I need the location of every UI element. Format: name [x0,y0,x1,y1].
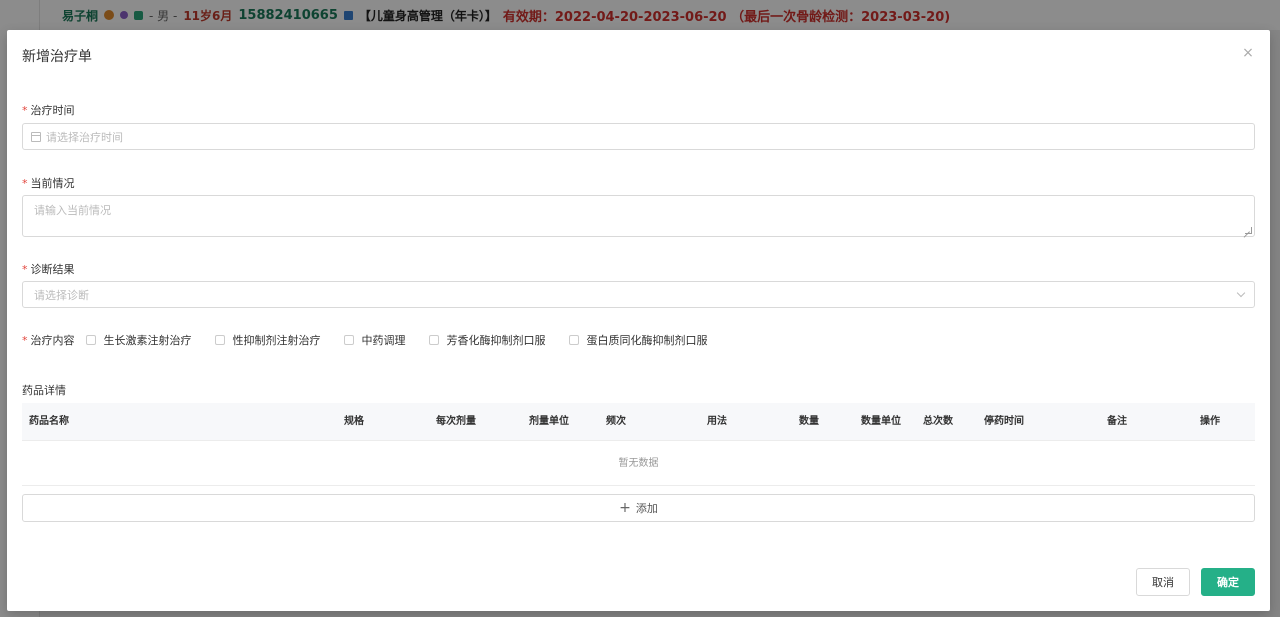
treatment-time-label-text: 治疗时间 [30,104,75,117]
column-header: 剂量单位 [529,416,569,427]
checkbox-box[interactable] [428,335,439,345]
required-mark: * [22,104,28,117]
column-header: 备注 [1107,416,1127,427]
resize-handle-icon[interactable] [1245,227,1252,234]
confirm-button[interactable]: 确定 [1201,568,1255,596]
current-status-textarea[interactable]: 请输入当前情况 [22,195,1255,237]
required-mark: * [22,263,28,276]
checkbox-sex-inhibitor[interactable]: 性抑制剂注射治疗 [214,332,321,348]
checkbox-box[interactable] [568,335,579,345]
checkbox-box[interactable] [343,335,354,345]
checkbox-box[interactable] [214,335,225,345]
treatment-content-label-text: 治疗内容 [30,334,75,347]
diagnosis-label-text: 诊断结果 [30,263,75,276]
chevron-down-icon [1236,288,1246,298]
calendar-icon [31,131,41,142]
checkbox-label: 中药调理 [361,334,406,347]
column-header: 数量 [799,416,819,427]
checkbox-growth-hormone[interactable]: 生长激素注射治疗 [85,332,192,348]
treatment-time-label: * 治疗时间 [22,102,75,118]
checkbox-aromatase-inhibitor[interactable]: 芳香化酶抑制剂口服 [428,332,546,348]
current-status-label: * 当前情况 [22,175,75,191]
diagnosis-placeholder: 请选择诊断 [34,288,89,302]
checkbox-label: 芳香化酶抑制剂口服 [446,334,546,347]
checkbox-box[interactable] [85,335,96,345]
drug-table: 药品名称 规格 每次剂量 剂量单位 频次 用法 数量 数量单位 总次数 停药时间… [22,403,1255,486]
checkbox-label: 生长激素注射治疗 [103,334,192,347]
checkbox-protein-anabolic-inhibitor[interactable]: 蛋白质同化酶抑制剂口服 [568,332,708,348]
close-icon[interactable]: × [1240,45,1256,61]
column-header: 频次 [606,416,626,427]
checkbox-label: 蛋白质同化酶抑制剂口服 [586,334,708,347]
diagnosis-label: * 诊断结果 [22,261,75,277]
modal-title: 新增治疗单 [22,49,92,65]
current-status-placeholder: 请输入当前情况 [34,204,111,217]
treatment-content-label: * 治疗内容 [22,332,75,348]
cancel-button[interactable]: 取消 [1136,568,1190,596]
treatment-content-group: * 治疗内容 生长激素注射治疗 性抑制剂注射治疗 中药调理 芳香化酶抑制剂口服 蛋… [22,332,720,348]
drug-details-label: 药品详情 [22,384,66,397]
diagnosis-select[interactable]: 请选择诊断 [22,281,1255,308]
column-header: 用法 [707,416,727,427]
column-header: 药品名称 [29,416,69,427]
empty-state: 暂无数据 [22,440,1255,486]
treatment-time-placeholder: 请选择治疗时间 [46,130,123,144]
drug-table-header: 药品名称 规格 每次剂量 剂量单位 频次 用法 数量 数量单位 总次数 停药时间… [22,403,1255,440]
current-status-label-text: 当前情况 [30,177,75,190]
column-header: 规格 [344,416,364,427]
checkbox-tcm[interactable]: 中药调理 [343,332,406,348]
column-header: 总次数 [923,416,953,427]
column-header: 数量单位 [861,416,901,427]
new-treatment-modal: 新增治疗单 × * 治疗时间 请选择治疗时间 * 当前情况 请输入当前情况 * 诊断结… [7,30,1270,611]
column-header: 操作 [1200,416,1220,427]
plus-icon: + [619,500,631,516]
checkbox-label: 性抑制剂注射治疗 [232,334,321,347]
treatment-time-picker[interactable]: 请选择治疗时间 [22,123,1255,150]
add-drug-label: 添加 [635,502,658,515]
column-header: 停药时间 [984,416,1024,427]
column-header: 每次剂量 [436,416,476,427]
required-mark: * [22,334,28,347]
required-mark: * [22,177,28,190]
add-drug-button[interactable]: + 添加 [22,494,1255,522]
